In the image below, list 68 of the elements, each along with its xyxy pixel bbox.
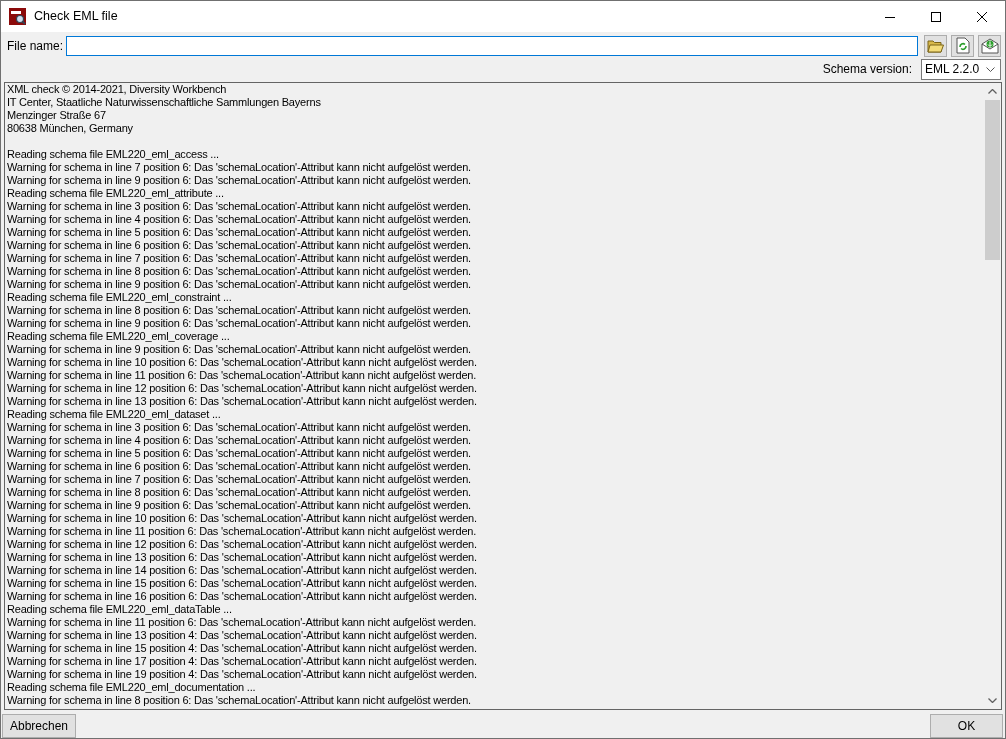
file-name-field[interactable] bbox=[66, 35, 918, 56]
log-line: Warning for schema in line 8 position 6: Das 'schemaLocation'-Attribut kann nicht aufgelöst werden. bbox=[7, 486, 472, 499]
log-line: Warning for schema in line 7 position 6: Das 'schemaLocation'-Attribut kann nicht aufgelöst werden. bbox=[7, 161, 472, 174]
scroll-down-icon[interactable] bbox=[988, 698, 997, 703]
log-line: IT Center, Staatliche Naturwissenschaftliche Sammlungen Bayerns bbox=[7, 96, 322, 109]
log-line: Warning for schema in line 6 position 6: Das 'schemaLocation'-Attribut kann nicht aufgelöst werden. bbox=[7, 239, 472, 252]
log-line: Warning for schema in line 11 position 6: Das 'schemaLocation'-Attribut kann nicht aufgelöst werden. bbox=[7, 369, 478, 382]
log-line: Warning for schema in line 16 position 6: Das 'schemaLocation'-Attribut kann nicht aufgelöst werden. bbox=[7, 590, 478, 603]
log-line: Warning for schema in line 9 position 6: Das 'schemaLocation'-Attribut kann nicht aufgelöst werden. bbox=[7, 317, 472, 330]
log-line: Reading schema file EML220_eml_attribute ... bbox=[7, 187, 225, 200]
log-line: Warning for schema in line 10 position 6: Das 'schemaLocation'-Attribut kann nicht aufgelöst werden. bbox=[7, 356, 478, 369]
ok-button[interactable]: OK bbox=[930, 714, 1003, 738]
file-name-label: File name: bbox=[7, 37, 65, 55]
log-line: Reading schema file EML220_eml_constraint ... bbox=[7, 291, 233, 304]
schema-version-label: Schema version: bbox=[822, 61, 912, 78]
chevron-down-icon bbox=[986, 66, 995, 72]
log-line: XML check © 2014-2021, Diversity Workbench bbox=[7, 83, 228, 96]
log-line: Warning for schema in line 13 position 6: Das 'schemaLocation'-Attribut kann nicht aufgelöst werden. bbox=[7, 551, 478, 564]
app-icon bbox=[9, 8, 26, 25]
log-line: Warning for schema in line 7 position 6: Das 'schemaLocation'-Attribut kann nicht aufgelöst werden. bbox=[7, 473, 472, 486]
log-line: Warning for schema in line 5 position 6: Das 'schemaLocation'-Attribut kann nicht aufgelöst werden. bbox=[7, 447, 472, 460]
log-line: Reading schema file EML220_eml_documentation ... bbox=[7, 681, 257, 694]
log-line: Warning for schema in line 9 position 6: Das 'schemaLocation'-Attribut kann nicht aufgelöst werden. bbox=[7, 499, 472, 512]
schema-version-dropdown[interactable]: EML 2.2.0 bbox=[921, 58, 1001, 80]
log-line: Warning for schema in line 12 position 6: Das 'schemaLocation'-Attribut kann nicht aufgelöst werden. bbox=[7, 382, 478, 395]
log-line: Warning for schema in line 15 position 4: Das 'schemaLocation'-Attribut kann nicht aufgelöst werden. bbox=[7, 642, 478, 655]
window-title: Check EML file bbox=[34, 8, 118, 26]
log-line: Warning for schema in line 15 position 6: Das 'schemaLocation'-Attribut kann nicht aufgelöst werden. bbox=[7, 577, 478, 590]
log-line: Warning for schema in line 9 position 6: Das 'schemaLocation'-Attribut kann nicht aufgelöst werden. bbox=[7, 174, 472, 187]
log-line: Warning for schema in line 9 position 6: Das 'schemaLocation'-Attribut kann nicht aufgelöst werden. bbox=[7, 278, 472, 291]
log-line: Warning for schema in line 3 position 6: Das 'schemaLocation'-Attribut kann nicht aufgelöst werden. bbox=[7, 421, 472, 434]
close-icon[interactable] bbox=[977, 11, 987, 22]
log-line: 80638 München, Germany bbox=[7, 122, 134, 135]
save-mail-button[interactable] bbox=[978, 34, 1001, 57]
log-line: Warning for schema in line 10 position 6: Das 'schemaLocation'-Attribut kann nicht aufgelöst werden. bbox=[7, 512, 478, 525]
log-line: Warning for schema in line 19 position 4: Das 'schemaLocation'-Attribut kann nicht aufgelöst werden. bbox=[7, 668, 478, 681]
folder-icon bbox=[927, 38, 944, 53]
log-line: Reading schema file EML220_eml_access ... bbox=[7, 148, 220, 161]
log-line: Warning for schema in line 8 position 6: Das 'schemaLocation'-Attribut kann nicht aufgelöst werden. bbox=[7, 265, 472, 278]
log-line: Reading schema file EML220_eml_dataset ... bbox=[7, 408, 222, 421]
cancel-button[interactable]: Abbrechen bbox=[2, 714, 76, 738]
log-line: Warning for schema in line 13 position 4: Das 'schemaLocation'-Attribut kann nicht aufgelöst werden. bbox=[7, 629, 478, 642]
log-line: Warning for schema in line 4 position 6: Das 'schemaLocation'-Attribut kann nicht aufgelöst werden. bbox=[7, 213, 472, 226]
log-line: Reading schema file EML220_eml_dataTable ... bbox=[7, 603, 233, 616]
log-line: Reading schema file EML220_eml_coverage ... bbox=[7, 330, 231, 343]
log-line: Warning for schema in line 3 position 6: Das 'schemaLocation'-Attribut kann nicht aufgelöst werden. bbox=[7, 200, 472, 213]
envelope-download-icon bbox=[980, 37, 999, 54]
log-line: Warning for schema in line 17 position 4: Das 'schemaLocation'-Attribut kann nicht aufgelöst werden. bbox=[7, 655, 478, 668]
log-line: Warning for schema in line 6 position 6: Das 'schemaLocation'-Attribut kann nicht aufgelöst werden. bbox=[7, 460, 472, 473]
schema-version-value: EML 2.2.0 bbox=[925, 61, 981, 78]
refresh-button[interactable] bbox=[951, 34, 974, 57]
log-line: Warning for schema in line 8 position 6: Das 'schemaLocation'-Attribut kann nicht aufgelöst werden. bbox=[7, 304, 472, 317]
maximize-icon[interactable] bbox=[931, 11, 941, 22]
document-refresh-icon bbox=[955, 37, 970, 54]
log-line: Warning for schema in line 9 position 6: Das 'schemaLocation'-Attribut kann nicht aufgelöst werden. bbox=[7, 343, 472, 356]
log-line: Warning for schema in line 14 position 6: Das 'schemaLocation'-Attribut kann nicht aufgelöst werden. bbox=[7, 564, 478, 577]
log-line: Warning for schema in line 5 position 6: Das 'schemaLocation'-Attribut kann nicht aufgelöst werden. bbox=[7, 226, 472, 239]
open-folder-button[interactable] bbox=[924, 34, 947, 57]
scroll-up-icon[interactable] bbox=[988, 89, 997, 94]
log-line: Warning for schema in line 7 position 6: Das 'schemaLocation'-Attribut kann nicht aufgelöst werden. bbox=[7, 252, 472, 265]
log-line: Warning for schema in line 11 position 6: Das 'schemaLocation'-Attribut kann nicht aufgelöst werden. bbox=[7, 525, 478, 538]
log-line: Warning for schema in line 13 position 6: Das 'schemaLocation'-Attribut kann nicht aufgelöst werden. bbox=[7, 395, 478, 408]
log-line: Warning for schema in line 12 position 6: Das 'schemaLocation'-Attribut kann nicht aufgelöst werden. bbox=[7, 538, 478, 551]
log-line: Warning for schema in line 11 position 6: Das 'schemaLocation'-Attribut kann nicht aufgelöst werden. bbox=[7, 616, 478, 629]
log-line: Warning for schema in line 8 position 6: Das 'schemaLocation'-Attribut kann nicht aufgelöst werden. bbox=[7, 694, 472, 707]
log-line: Warning for schema in line 4 position 6: Das 'schemaLocation'-Attribut kann nicht aufgelöst werden. bbox=[7, 434, 472, 447]
scrollbar-thumb[interactable] bbox=[985, 100, 1000, 260]
log-line: Menzinger Straße 67 bbox=[7, 109, 107, 122]
